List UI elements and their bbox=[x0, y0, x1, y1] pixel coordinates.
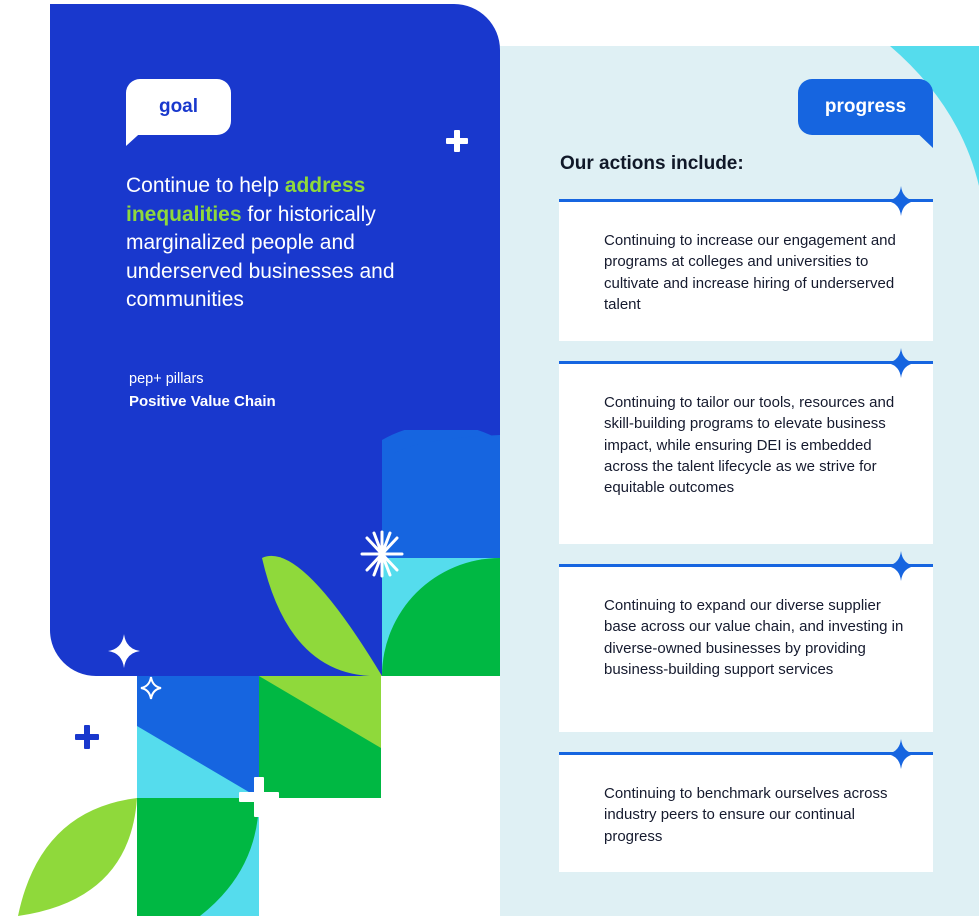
action-card: Continuing to tailor our tools, resource… bbox=[559, 348, 933, 544]
pillars-label: pep+ pillars bbox=[129, 371, 204, 387]
sparkle-icon bbox=[887, 551, 915, 581]
action-text: Continuing to expand our diverse supplie… bbox=[604, 597, 904, 678]
burst-icon bbox=[360, 530, 404, 578]
action-card: Continuing to increase our engagement an… bbox=[559, 186, 933, 341]
sparkle-icon bbox=[140, 676, 162, 700]
action-text: Continuing to tailor our tools, resource… bbox=[604, 394, 895, 497]
sparkle-icon bbox=[887, 186, 915, 216]
action-text: Continuing to increase our engagement an… bbox=[604, 232, 896, 313]
plus-icon bbox=[75, 725, 99, 749]
actions-title: Our actions include: bbox=[560, 153, 744, 174]
pillars-value: Positive Value Chain bbox=[129, 393, 276, 410]
progress-badge-tail bbox=[910, 126, 933, 148]
goal-statement: Continue to help address inequalities fo… bbox=[126, 172, 466, 315]
goal-text-before: Continue to help bbox=[126, 174, 285, 197]
sparkle-icon bbox=[108, 634, 140, 668]
sparkle-icon bbox=[887, 348, 915, 378]
goal-badge-tail bbox=[126, 126, 148, 146]
plus-icon bbox=[446, 130, 468, 152]
action-card: Continuing to benchmark ourselves across… bbox=[559, 739, 933, 872]
plus-icon bbox=[239, 777, 279, 817]
decorative-shapes bbox=[18, 430, 500, 916]
action-text: Continuing to benchmark ourselves across… bbox=[604, 785, 888, 845]
action-card: Continuing to expand our diverse supplie… bbox=[559, 551, 933, 732]
sparkle-icon bbox=[887, 739, 915, 769]
